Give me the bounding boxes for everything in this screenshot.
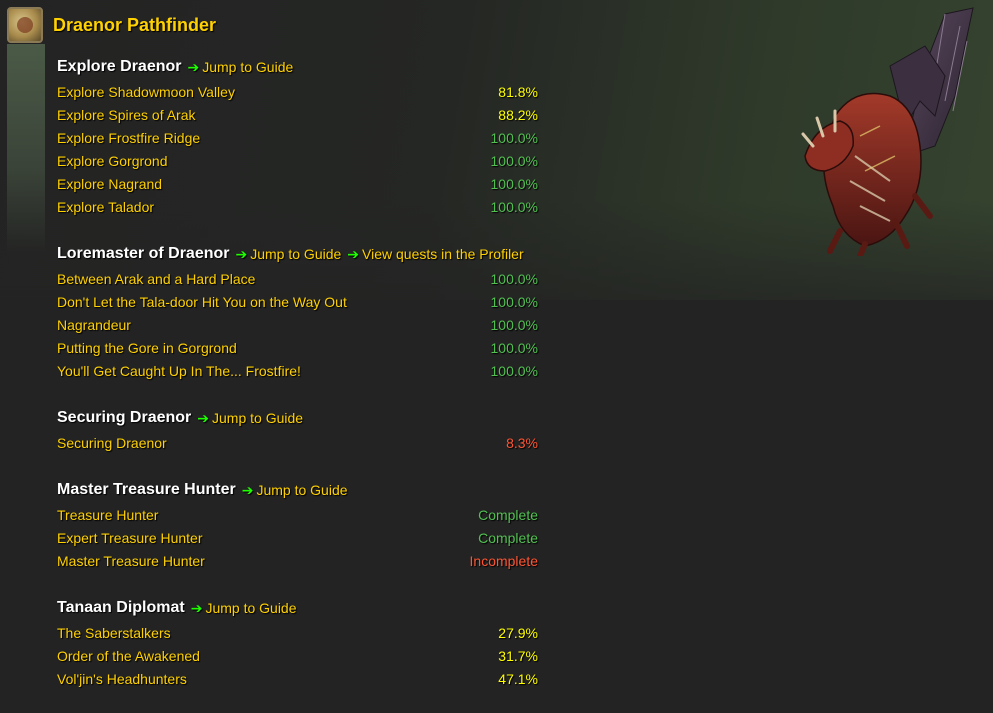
criteria-row: You'll Get Caught Up In The... Frostfire… [57,359,538,382]
criteria-name[interactable]: Expert Treasure Hunter [57,530,203,546]
arrow-right-icon: ➔ [241,481,254,498]
achievement-section: Loremaster of Draenor ➔ Jump to Guide ➔ View… [57,241,538,382]
criteria-row: Don't Let the Tala-door Hit You on the W… [57,290,538,313]
section-header: Loremaster of Draenor ➔ Jump to Guide ➔ View… [57,241,538,267]
achievement-section: Explore Draenor ➔ Jump to Guide Explore Sha… [57,54,538,218]
section-header: Tanaan Diplomat ➔ Jump to Guide [57,595,538,621]
guide-link[interactable]: ➔ Jump to Guide [187,59,293,76]
criteria-row: Master Treasure Hunter Incomplete [57,549,538,572]
criteria-progress: Complete [478,529,538,546]
criteria-progress: 47.1% [498,670,538,687]
criteria-row: Explore Gorgrond 100.0% [57,149,538,172]
criteria-name[interactable]: Putting the Gore in Gorgrond [57,340,237,356]
criteria-row: Between Arak and a Hard Place 100.0% [57,267,538,290]
criteria-row: Securing Draenor 8.3% [57,431,538,454]
section-title: Explore Draenor [57,58,182,75]
criteria-name[interactable]: Nagrandeur [57,317,131,333]
section-header: Master Treasure Hunter ➔ Jump to Guide [57,477,538,503]
criteria-progress: 27.9% [498,624,538,641]
section-title: Loremaster of Draenor [57,245,230,262]
guide-link[interactable]: ➔ View quests in the Profiler [347,246,523,263]
section-title: Tanaan Diplomat [57,599,185,616]
guide-link[interactable]: ➔ Jump to Guide [191,600,297,617]
criteria-name[interactable]: Between Arak and a Hard Place [57,271,255,287]
criteria-progress: Complete [478,506,538,523]
section-title: Securing Draenor [57,409,192,426]
criteria-row: Explore Nagrand 100.0% [57,172,538,195]
criteria-name[interactable]: Explore Gorgrond [57,153,168,169]
section-header: Securing Draenor ➔ Jump to Guide [57,405,538,431]
criteria-progress: 8.3% [506,434,538,451]
section-title: Master Treasure Hunter [57,481,236,498]
arrow-right-icon: ➔ [347,245,360,262]
criteria-row: Nagrandeur 100.0% [57,313,538,336]
page-title: Draenor Pathfinder [53,14,217,35]
criteria-name[interactable]: Explore Talador [57,199,154,215]
criteria-row: Vol'jin's Headhunters 47.1% [57,667,538,690]
criteria-name[interactable]: Explore Nagrand [57,176,162,192]
achievement-section: Securing Draenor ➔ Jump to Guide Securing D… [57,405,538,454]
achievement-section: Master Treasure Hunter ➔ Jump to Guide Trea… [57,477,538,572]
guide-link[interactable]: ➔ Jump to Guide [242,482,348,499]
criteria-name[interactable]: Explore Frostfire Ridge [57,130,200,146]
icon-side-bar [7,44,45,254]
page-header: Draenor Pathfinder [7,5,216,45]
criteria-progress: 100.0% [490,339,538,356]
arrow-right-icon: ➔ [187,58,200,75]
criteria-row: Explore Talador 100.0% [57,195,538,218]
achievement-criteria-list: Explore Draenor ➔ Jump to Guide Explore Sha… [57,54,538,713]
guide-link-label: Jump to Guide [205,600,297,616]
criteria-progress: 81.8% [498,83,538,100]
arrow-right-icon: ➔ [190,599,203,616]
criteria-name[interactable]: Order of the Awakened [57,648,200,664]
arrow-right-icon: ➔ [235,245,248,262]
criteria-name[interactable]: Master Treasure Hunter [57,553,205,569]
criteria-progress: 31.7% [498,647,538,664]
criteria-row: Order of the Awakened 31.7% [57,644,538,667]
criteria-progress: 88.2% [498,106,538,123]
criteria-progress: Incomplete [469,552,538,569]
criteria-progress: 100.0% [490,175,538,192]
criteria-row: Putting the Gore in Gorgrond 100.0% [57,336,538,359]
criteria-name[interactable]: Explore Spires of Arak [57,107,196,123]
criteria-progress: 100.0% [490,129,538,146]
criteria-name[interactable]: Explore Shadowmoon Valley [57,84,235,100]
criteria-progress: 100.0% [490,152,538,169]
guide-link-label: Jump to Guide [256,482,348,498]
criteria-row: Explore Frostfire Ridge 100.0% [57,126,538,149]
mount-preview-image [801,7,974,256]
criteria-name[interactable]: Don't Let the Tala-door Hit You on the W… [57,294,347,310]
criteria-progress: 100.0% [490,316,538,333]
arrow-right-icon: ➔ [197,409,209,426]
achievement-icon [7,7,43,43]
section-header: Explore Draenor ➔ Jump to Guide [57,54,538,80]
guide-link-label: Jump to Guide [250,246,342,262]
criteria-progress: 100.0% [490,293,538,310]
guide-link-label: View quests in the Profiler [362,246,524,262]
criteria-row: The Saberstalkers 27.9% [57,621,538,644]
criteria-progress: 100.0% [490,270,538,287]
criteria-row: Treasure Hunter Complete [57,503,538,526]
criteria-name[interactable]: Vol'jin's Headhunters [57,671,187,687]
guide-link-label: Jump to Guide [212,410,304,426]
criteria-progress: 100.0% [490,198,538,215]
criteria-name[interactable]: Treasure Hunter [57,507,158,523]
criteria-name[interactable]: The Saberstalkers [57,625,171,641]
criteria-progress: 100.0% [490,362,538,379]
criteria-name[interactable]: Securing Draenor [57,435,167,451]
guide-link-label: Jump to Guide [202,59,294,75]
criteria-row: Explore Shadowmoon Valley 81.8% [57,80,538,103]
criteria-name[interactable]: You'll Get Caught Up In The... Frostfire… [57,363,301,379]
criteria-row: Explore Spires of Arak 88.2% [57,103,538,126]
guide-link[interactable]: ➔ Jump to Guide [197,410,303,427]
achievement-section: Tanaan Diplomat ➔ Jump to Guide The Saberst… [57,595,538,690]
guide-link[interactable]: ➔ Jump to Guide [236,246,342,263]
criteria-row: Expert Treasure Hunter Complete [57,526,538,549]
